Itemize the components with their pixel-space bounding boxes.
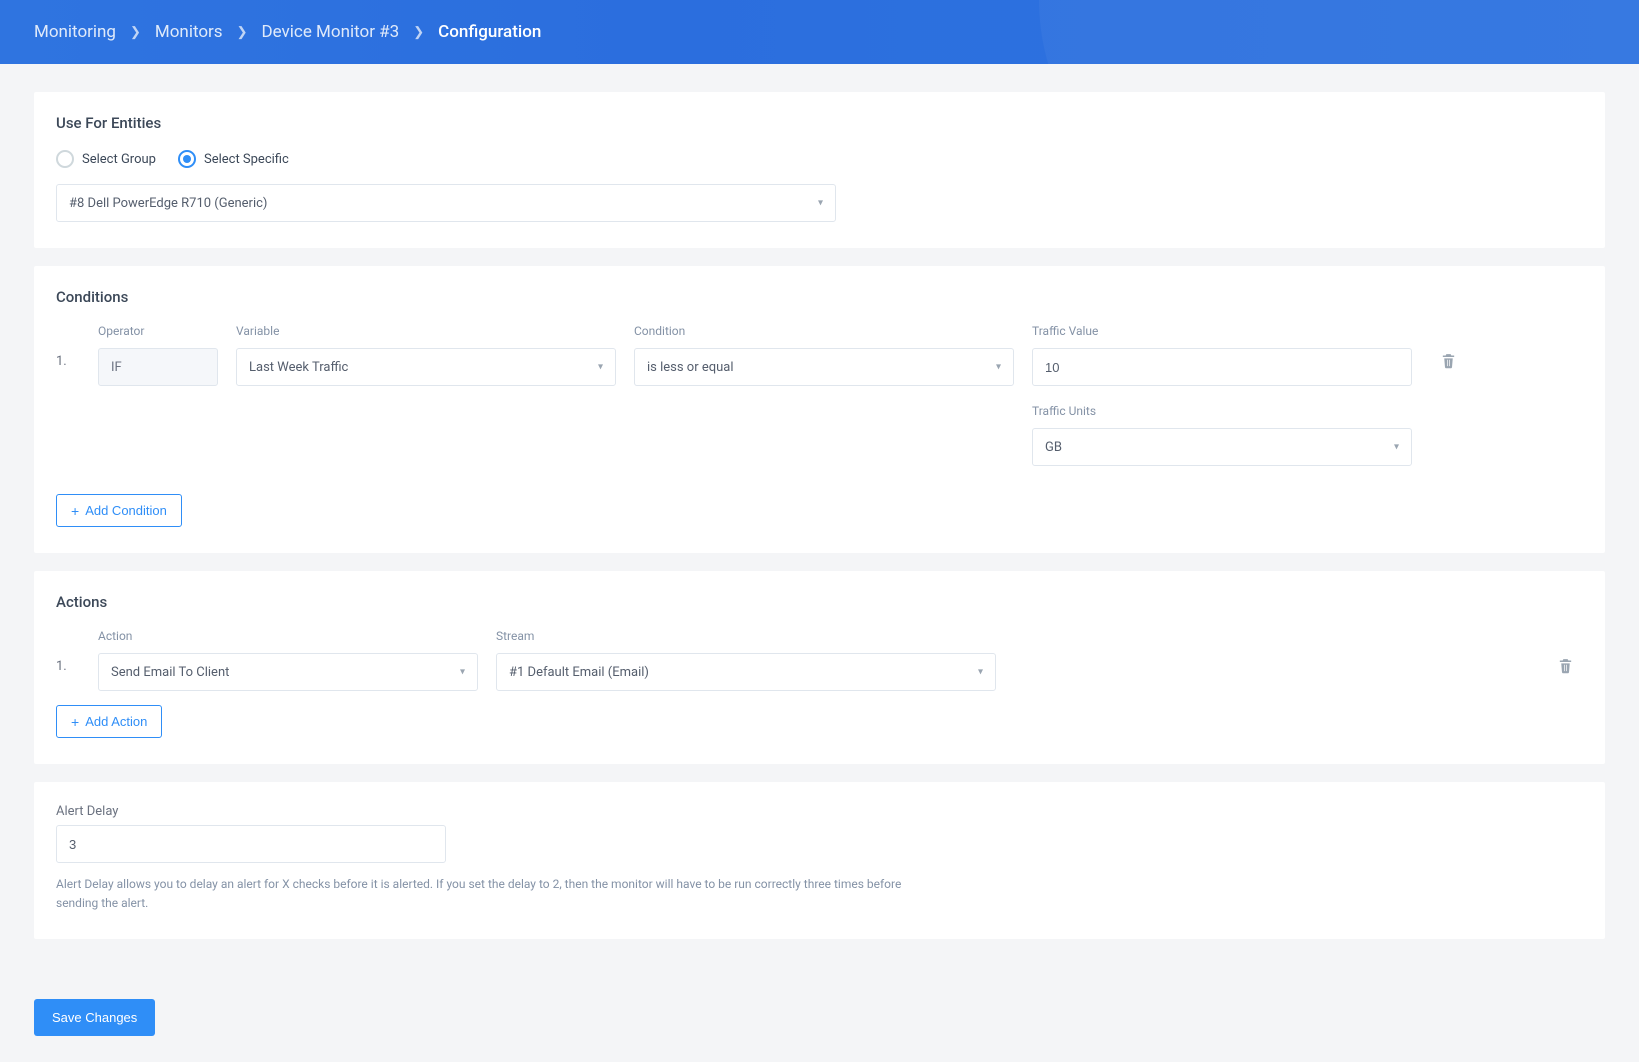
action-col: Action Send Email To Client ▾ — [98, 629, 478, 691]
breadcrumb-current: Configuration — [438, 22, 541, 42]
traffic-units-label: Traffic Units — [1032, 404, 1412, 422]
radio-select-specific[interactable]: Select Specific — [178, 150, 289, 168]
chevron-down-icon: ▾ — [1394, 442, 1399, 453]
stream-value: #1 Default Email (Email) — [509, 665, 649, 680]
traffic-units-block: Traffic Units GB ▾ — [1032, 404, 1412, 466]
chevron-down-icon: ▾ — [598, 362, 603, 373]
radio-label-specific: Select Specific — [204, 152, 289, 167]
plus-icon: + — [71, 715, 79, 729]
breadcrumb-monitoring[interactable]: Monitoring — [34, 22, 116, 42]
plus-icon: + — [71, 504, 79, 518]
entities-title: Use For Entities — [56, 114, 1583, 132]
traffic-value-field[interactable] — [1045, 349, 1399, 385]
operator-col: Operator IF — [98, 324, 218, 386]
radio-icon — [178, 150, 196, 168]
stream-select[interactable]: #1 Default Email (Email) ▾ — [496, 653, 996, 691]
action-select[interactable]: Send Email To Client ▾ — [98, 653, 478, 691]
trash-icon — [1440, 352, 1457, 369]
entity-select[interactable]: #8 Dell PowerEdge R710 (Generic) ▾ — [56, 184, 836, 222]
actions-title: Actions — [56, 593, 1583, 611]
trash-icon — [1557, 657, 1574, 674]
action-row-1: 1. Action Send Email To Client ▾ Stream … — [56, 629, 1583, 691]
operator-field: IF — [98, 348, 218, 386]
breadcrumb-monitors[interactable]: Monitors — [155, 22, 223, 42]
condition-col: Condition is less or equal ▾ — [634, 324, 1014, 386]
condition-label: Condition — [634, 324, 1014, 342]
chevron-down-icon: ▾ — [996, 362, 1001, 373]
delete-condition-button[interactable] — [1430, 324, 1466, 369]
stream-col: Stream #1 Default Email (Email) ▾ — [496, 629, 996, 691]
entities-radio-row: Select Group Select Specific — [56, 150, 1583, 168]
traffic-value-label: Traffic Value — [1032, 324, 1412, 342]
chevron-right-icon: ❯ — [237, 25, 248, 40]
add-condition-label: Add Condition — [85, 503, 167, 518]
breadcrumb-device-monitor[interactable]: Device Monitor #3 — [261, 22, 399, 42]
alert-delay-field[interactable] — [69, 826, 433, 862]
actions-card: Actions 1. Action Send Email To Client ▾… — [34, 571, 1605, 764]
condition-value: is less or equal — [647, 360, 734, 375]
conditions-card: Conditions 1. Operator IF Variable Last … — [34, 266, 1605, 553]
save-changes-button[interactable]: Save Changes — [34, 999, 155, 1036]
operator-value: IF — [111, 360, 122, 375]
action-value: Send Email To Client — [111, 665, 229, 680]
variable-select[interactable]: Last Week Traffic ▾ — [236, 348, 616, 386]
action-label: Action — [98, 629, 478, 647]
alert-delay-help: Alert Delay allows you to delay an alert… — [56, 875, 936, 913]
alert-delay-card: Alert Delay Alert Delay allows you to de… — [34, 782, 1605, 939]
stream-label: Stream — [496, 629, 996, 647]
chevron-down-icon: ▾ — [818, 198, 823, 209]
radio-label-group: Select Group — [82, 152, 156, 167]
add-action-button[interactable]: + Add Action — [56, 705, 162, 738]
variable-col: Variable Last Week Traffic ▾ — [236, 324, 616, 386]
chevron-down-icon: ▾ — [460, 667, 465, 678]
add-condition-button[interactable]: + Add Condition — [56, 494, 182, 527]
conditions-title: Conditions — [56, 288, 1583, 306]
radio-icon — [56, 150, 74, 168]
condition-select[interactable]: is less or equal ▾ — [634, 348, 1014, 386]
traffic-value-col: Traffic Value Traffic Units GB ▾ — [1032, 324, 1412, 466]
action-row-number: 1. — [56, 629, 80, 674]
condition-row-1: 1. Operator IF Variable Last Week Traffi… — [56, 324, 1583, 466]
entity-select-value: #8 Dell PowerEdge R710 (Generic) — [69, 196, 267, 211]
condition-row-number: 1. — [56, 324, 80, 369]
add-action-label: Add Action — [85, 714, 147, 729]
chevron-down-icon: ▾ — [978, 667, 983, 678]
variable-value: Last Week Traffic — [249, 360, 348, 375]
page-body: Use For Entities Select Group Select Spe… — [0, 92, 1639, 973]
breadcrumb-header: Monitoring ❯ Monitors ❯ Device Monitor #… — [0, 0, 1639, 64]
traffic-units-select[interactable]: GB ▾ — [1032, 428, 1412, 466]
chevron-right-icon: ❯ — [413, 25, 424, 40]
alert-delay-input[interactable] — [56, 825, 446, 863]
traffic-units-value: GB — [1045, 440, 1062, 455]
footer: Save Changes — [0, 973, 1639, 1062]
entities-card: Use For Entities Select Group Select Spe… — [34, 92, 1605, 248]
operator-label: Operator — [98, 324, 218, 342]
radio-select-group[interactable]: Select Group — [56, 150, 156, 168]
delete-action-button[interactable] — [1547, 629, 1583, 674]
traffic-value-input[interactable] — [1032, 348, 1412, 386]
chevron-right-icon: ❯ — [130, 25, 141, 40]
alert-delay-label: Alert Delay — [56, 804, 1583, 819]
variable-label: Variable — [236, 324, 616, 342]
